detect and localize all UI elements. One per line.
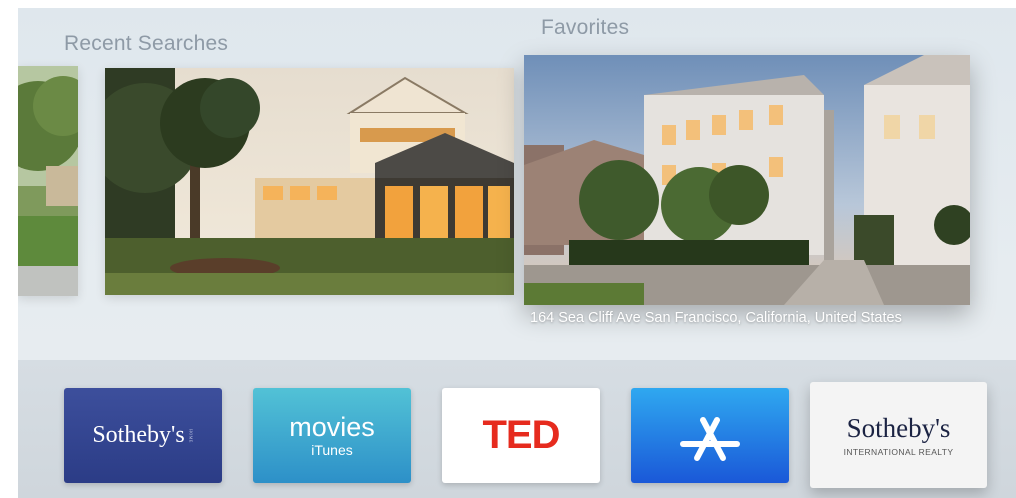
sothebys-home-logo: Sotheby's HOME <box>92 422 193 449</box>
sothebys-home-app[interactable]: Sotheby's HOME <box>64 388 222 483</box>
recent-search-tile[interactable] <box>105 68 514 295</box>
sothebys-realty-label: Sotheby's <box>846 413 951 443</box>
recent-searches-title: Recent Searches <box>64 32 229 55</box>
itunes-label: iTunes <box>311 441 353 458</box>
favorite-property-tile[interactable] <box>524 55 970 305</box>
tv-home-screen: Recent Searches Favorites 164 Sea Cliff … <box>18 8 1016 498</box>
sothebys-home-label: Sotheby's <box>92 422 185 448</box>
ted-app[interactable]: TED <box>442 388 600 483</box>
app-dock: Sotheby's HOME movies iTunes TED Sotheby… <box>18 360 1016 498</box>
mansion-dusk-photo <box>105 68 514 295</box>
sea-cliff-house-photo <box>524 55 970 305</box>
sothebys-realty-app[interactable]: Sotheby's INTERNATIONAL REALTY <box>810 382 987 488</box>
movies-label: movies <box>289 411 375 442</box>
app-store-icon <box>680 416 740 461</box>
recent-search-tile-partial[interactable] <box>18 66 78 296</box>
favorites-title: Favorites <box>541 16 630 39</box>
house-photo-partial <box>18 66 78 296</box>
app-store-app[interactable] <box>631 388 789 483</box>
favorite-address-caption: 164 Sea Cliff Ave San Francisco, Califor… <box>530 310 902 326</box>
sothebys-home-sub: HOME <box>188 428 194 443</box>
ted-label: TED <box>482 413 561 457</box>
sothebys-realty-sub: INTERNATIONAL REALTY <box>843 447 954 457</box>
itunes-movies-app[interactable]: movies iTunes <box>253 388 411 483</box>
